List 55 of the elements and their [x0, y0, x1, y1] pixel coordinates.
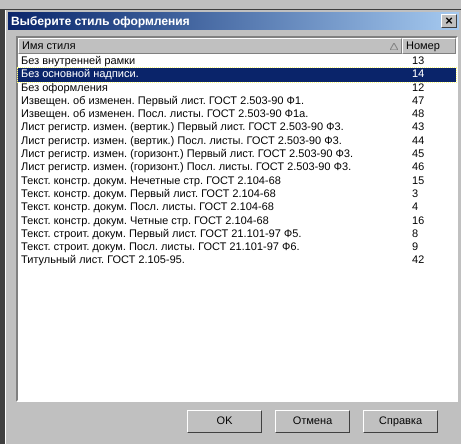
column-header[interactable]: Номер	[402, 38, 456, 54]
style-name: Текст. строит. докум. Посл. листы. ГОСТ 21.101-97 Ф6.	[20, 241, 301, 254]
style-number: 4	[411, 201, 420, 215]
dialog-button[interactable]: OK	[187, 410, 262, 433]
table-row[interactable]: Титульный лист. ГОСТ 2.105-95. 42	[18, 254, 456, 268]
table-row[interactable]: Извещен. об изменен. Посл. листы. ГОСТ 2.503-90 Ф1а. 48	[18, 108, 456, 122]
style-name: Извещен. об изменен. Первый лист. ГОСТ 2.503-90 Ф1.	[20, 94, 306, 108]
column-header[interactable]: Имя стиля	[18, 38, 402, 54]
style-name: Текст. констр. докум. Посл. листы. ГОСТ 2.104-68	[20, 201, 275, 215]
style-number: 8	[411, 228, 420, 242]
table-row[interactable]: Без оформления 12	[18, 82, 456, 95]
table-row[interactable]: Лист регистр. измен. (горизонт.) Посл. листы. ГОСТ 2.503-90 Ф3. 46	[18, 161, 456, 175]
style-number: 12	[411, 82, 426, 95]
style-name: Лист регистр. измен. (вертик.) Первый лист. ГОСТ 2.503-90 Ф3.	[20, 121, 345, 135]
table-row[interactable]: Текст. констр. докум. Четные стр. ГОСТ 2.104-68 16	[18, 214, 456, 228]
style-name: Текст. строит. докум. Первый лист. ГОСТ 21.101-97 Ф5.	[20, 228, 302, 242]
style-name: Текст. констр. докум. Первый лист. ГОСТ 2.104-68	[20, 188, 277, 202]
style-number: 45	[411, 148, 426, 162]
table-row[interactable]: Текст. констр. докум. Первый лист. ГОСТ 2.104-68 3	[18, 188, 456, 202]
table-row[interactable]: Текст. констр. докум. Нечетные стр. ГОСТ 2.104-68 15	[18, 174, 456, 188]
dialog-button[interactable]: Отмена	[275, 410, 350, 433]
style-number: 13	[411, 55, 426, 68]
table-row[interactable]: Лист регистр. измен. (вертик.) Первый лист. ГОСТ 2.503-90 Ф3. 43	[18, 121, 456, 135]
dialog-button[interactable]: Справка	[363, 410, 438, 433]
style-name: Извещен. об изменен. Посл. листы. ГОСТ 2.503-90 Ф1а.	[20, 108, 310, 122]
style-name: Текст. констр. докум. Четные стр. ГОСТ 2.104-68	[20, 214, 270, 228]
close-button[interactable]: ×	[441, 14, 457, 28]
window-title: Выберите стиль оформления	[11, 13, 190, 30]
style-name: Лист регистр. измен. (горизонт.) Посл. листы. ГОСТ 2.503-90 Ф3.	[20, 161, 352, 175]
style-name: Лист регистр. измен. (вертик.) Посл. листы. ГОСТ 2.503-90 Ф3.	[20, 134, 343, 148]
table-row[interactable]: Без внутренней рамки 13	[18, 55, 456, 68]
style-number: 48	[411, 108, 426, 122]
table-row[interactable]: Лист регистр. измен. (вертик.) Посл. листы. ГОСТ 2.503-90 Ф3. 44	[18, 134, 456, 148]
style-number: 16	[411, 214, 426, 228]
style-number: 43	[411, 121, 426, 135]
table-row[interactable]: Текст. строит. докум. Посл. листы. ГОСТ 21.101-97 Ф6. 9	[18, 241, 456, 254]
style-name: Без оформления	[20, 82, 109, 95]
table-row[interactable]: Лист регистр. измен. (горизонт.) Первый лист. ГОСТ 2.503-90 Ф3. 45	[18, 148, 456, 162]
style-number: 44	[411, 134, 426, 148]
style-number: 9	[411, 241, 420, 254]
table-row[interactable]: Текст. строит. докум. Первый лист. ГОСТ 21.101-97 Ф5. 8	[18, 228, 456, 242]
style-name: Текст. констр. докум. Нечетные стр. ГОСТ 2.104-68	[20, 174, 282, 188]
style-name: Без основной надписи.	[20, 68, 140, 82]
style-number: 42	[411, 254, 426, 268]
style-number: 47	[411, 94, 426, 108]
style-name: Без внутренней рамки	[20, 55, 136, 68]
table-row[interactable]: Без основной надписи. 14	[18, 68, 456, 82]
style-number: 3	[411, 188, 420, 202]
table-row[interactable]: Извещен. об изменен. Первый лист. ГОСТ 2.503-90 Ф1. 47	[18, 94, 456, 108]
style-number: 46	[411, 161, 426, 175]
style-name: Титульный лист. ГОСТ 2.105-95.	[20, 254, 186, 268]
style-number: 15	[411, 174, 426, 188]
table-row[interactable]: Текст. констр. докум. Посл. листы. ГОСТ 2.104-68 4	[18, 201, 456, 215]
style-number: 14	[411, 68, 426, 82]
style-name: Лист регистр. измен. (горизонт.) Первый лист. ГОСТ 2.503-90 Ф3.	[20, 148, 354, 162]
